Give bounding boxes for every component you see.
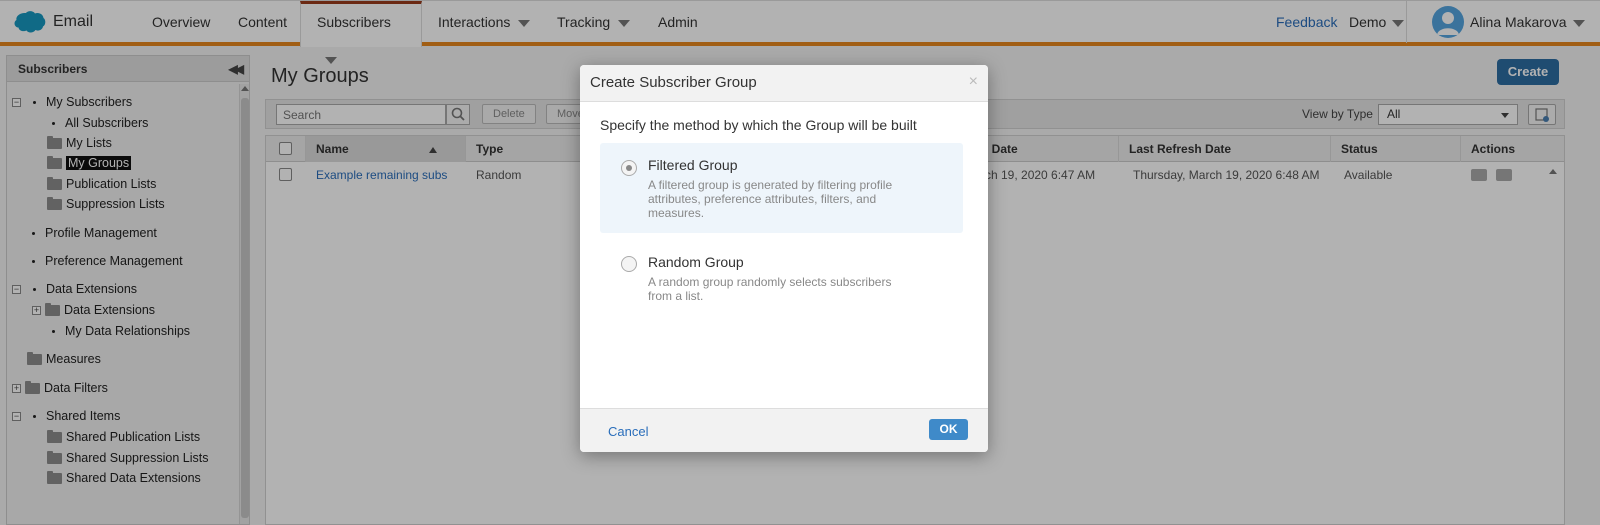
create-subscriber-group-dialog: Create Subscriber Group × Specify the me… <box>580 65 988 452</box>
dialog-body: Specify the method by which the Group wi… <box>580 102 988 408</box>
option-description: A filtered group is generated by filteri… <box>648 178 893 220</box>
dialog-instruction: Specify the method by which the Group wi… <box>600 117 917 133</box>
option-random-group[interactable]: Random Group A random group randomly sel… <box>600 242 963 312</box>
dialog-title: Create Subscriber Group <box>580 65 988 102</box>
close-icon[interactable]: × <box>969 73 978 91</box>
radio-filtered-group[interactable] <box>621 160 637 176</box>
cancel-button[interactable]: Cancel <box>608 424 648 439</box>
option-description: A random group randomly selects subscrib… <box>648 275 892 303</box>
ok-button[interactable]: OK <box>929 419 968 440</box>
option-title: Random Group <box>648 254 744 270</box>
option-filtered-group[interactable]: Filtered Group A filtered group is gener… <box>600 143 963 233</box>
dialog-footer: Cancel OK <box>580 408 988 452</box>
option-title: Filtered Group <box>648 157 738 173</box>
radio-random-group[interactable] <box>621 256 637 272</box>
